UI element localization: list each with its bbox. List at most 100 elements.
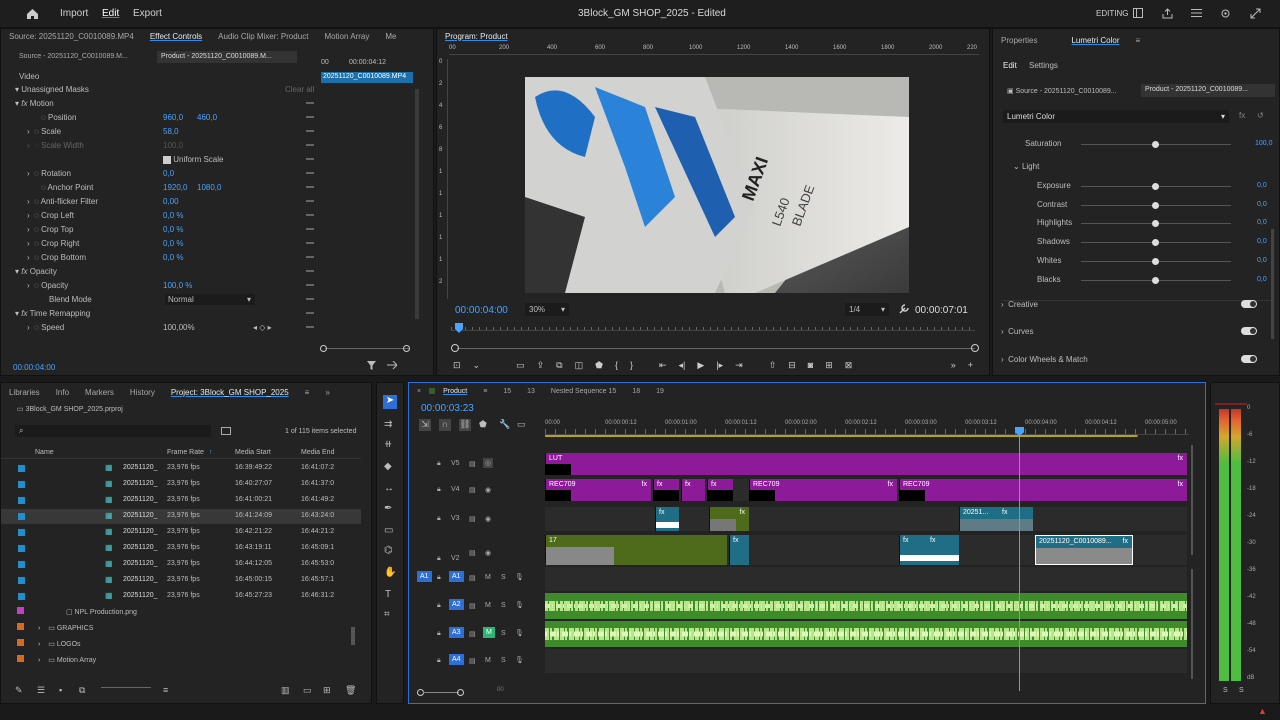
eye-icon[interactable]: ◉ <box>485 549 491 557</box>
step-back-icon[interactable]: ◂| <box>679 360 686 371</box>
tab-source[interactable]: Source: 20251120_C0010089.MP4 <box>1 32 142 41</box>
tab-libraries[interactable]: Libraries <box>1 388 48 397</box>
chevron-right-icon[interactable]: › <box>38 641 40 648</box>
lumetri-source-tab[interactable]: ▣ Source - 20251120_C0010089... <box>1007 87 1117 95</box>
slider-knob[interactable] <box>1152 239 1159 247</box>
ec-row-opacity-group[interactable]: ▾ fx Opacity <box>15 267 57 281</box>
table-row[interactable]: ▦ 20251120_ 23,976 fps 16:44:12:05 16:45:53:… <box>1 557 361 572</box>
timeline-zoom-bar[interactable]: 00 <box>417 687 1197 699</box>
creative-section[interactable]: › Creative <box>1001 300 1038 309</box>
table-row[interactable]: ▦ 20251120_ 23,976 fps 16:40:27:07 16:41:37:… <box>1 477 361 492</box>
ec-scale-value[interactable]: 58,0 <box>163 127 179 141</box>
camera-icon[interactable]: ◫ <box>575 360 584 371</box>
program-video-frame[interactable]: MAXI L540 BLADE <box>525 77 909 293</box>
light-section[interactable]: ⌄ Light <box>1013 162 1039 171</box>
slider-value[interactable]: 0,0 <box>1257 201 1267 208</box>
adjustment-clip[interactable]: fx <box>681 479 705 501</box>
lumetri-effect-select[interactable]: Lumetri Color ▾ <box>1003 110 1229 123</box>
ec-zoom-slider[interactable] <box>325 348 409 349</box>
export-tab[interactable]: Export <box>133 8 162 19</box>
creative-toggle[interactable] <box>1241 300 1257 308</box>
col-media-start[interactable]: Media Start <box>235 449 271 456</box>
table-row[interactable]: ▦ 20251120_ 23,976 fps 16:43:19:11 16:45:09:… <box>1 541 361 556</box>
lock-icon[interactable]: 🔒︎ <box>437 602 441 610</box>
track-area[interactable] <box>545 567 1187 591</box>
microphone-icon[interactable]: 🎙︎ <box>515 629 524 637</box>
program-timecode[interactable]: 00:00:04:00 <box>455 305 508 316</box>
chevron-down-icon[interactable]: ⌄ <box>473 360 481 371</box>
list-item[interactable]: › ▭ Motion Array <box>17 655 357 669</box>
ec-row-crop-bottom[interactable]: › ◌ Crop Bottom <box>27 253 86 267</box>
track-area[interactable]: 17 fx fx fx 20251120_C0010089... fx <box>545 535 1187 565</box>
slider-track[interactable] <box>1081 257 1231 265</box>
mute-button[interactable]: M <box>485 602 491 609</box>
selection-tool-icon[interactable]: ➤ <box>383 395 397 409</box>
settings-icon[interactable]: 🔧 <box>499 419 510 430</box>
ec-anchor-y[interactable]: 1080,0 <box>197 183 221 197</box>
chevron-right-icon[interactable]: › <box>38 657 40 664</box>
add-button-icon[interactable]: + <box>968 360 973 370</box>
track-area[interactable]: fx fx 20251... fx <box>545 507 1187 531</box>
mute-button[interactable]: M <box>485 657 491 664</box>
eye-icon[interactable]: ◉ <box>485 515 491 523</box>
ec-clip-bar[interactable]: 20251120_C0010089.MP4 <box>321 72 413 83</box>
ec-uniform-scale[interactable]: Uniform Scale <box>163 155 223 169</box>
solo-right-button[interactable]: S <box>1239 687 1244 694</box>
extract-icon[interactable]: ⊟ <box>788 360 796 371</box>
table-row[interactable]: ▦ 20251120_ 23,976 fps 16:45:27:23 16:46:31:… <box>1 589 361 604</box>
tab-effect-controls[interactable]: Effect Controls <box>142 32 210 41</box>
list-item[interactable]: › ▭ GRAPHICS <box>17 623 357 637</box>
video-clip[interactable]: fx fx <box>899 535 959 565</box>
slider-knob[interactable] <box>1152 201 1159 209</box>
program-playhead[interactable] <box>455 323 463 333</box>
add-marker-icon[interactable]: ⊡ <box>453 360 461 371</box>
reset-icon[interactable]: ↺ <box>1257 111 1264 120</box>
ec-crop-left-value[interactable]: 0,0 % <box>163 211 183 225</box>
ec-crop-bottom-value[interactable]: 0,0 % <box>163 253 183 267</box>
step-forward-icon[interactable]: |▸ <box>716 360 723 371</box>
find-icon[interactable]: ▭ <box>303 685 312 696</box>
solo-left-button[interactable]: S <box>1223 687 1228 694</box>
list-item[interactable]: › ▭ LOGOs <box>17 639 357 653</box>
ec-row-anchor[interactable]: ◌ Anchor Point <box>41 183 93 197</box>
snap-icon[interactable]: ∩ <box>439 419 451 431</box>
vr-icon[interactable]: ⊠ <box>845 360 853 371</box>
audio-clip[interactable] <box>545 593 1187 619</box>
tab-more[interactable]: Me <box>377 32 404 41</box>
lumetri-product-tab[interactable]: Product - 20251120_C0010089... <box>1141 84 1275 97</box>
lock-icon[interactable]: 🔒︎ <box>437 486 441 494</box>
lock-icon[interactable]: 🔒︎ <box>437 657 441 665</box>
sync-lock-icon[interactable]: ▤ <box>469 515 476 523</box>
ec-row-crop-left[interactable]: › ◌ Crop Left <box>27 211 74 225</box>
ec-product-tab[interactable]: Product - 20251120_C0010089.M... <box>157 51 297 63</box>
chevron-right-icon[interactable]: › <box>38 625 40 632</box>
tab-lumetri-color[interactable]: Lumetri Color <box>1063 36 1127 45</box>
video-track-scrollbar[interactable] <box>1189 445 1195 555</box>
more-icon[interactable]: » <box>951 360 956 370</box>
add-marker-icon[interactable]: ⬟ <box>479 419 487 430</box>
slider-value[interactable]: 0,0 <box>1257 238 1267 245</box>
col-frame-rate[interactable]: Frame Rate <box>167 449 204 456</box>
slider-value[interactable]: 0,0 <box>1257 257 1267 264</box>
type-tool-icon[interactable]: T <box>385 589 391 600</box>
fx-icon[interactable]: fx <box>1239 111 1245 120</box>
solo-button[interactable]: S <box>501 574 506 581</box>
captions-icon[interactable]: ▭ <box>517 419 526 430</box>
warning-icon[interactable]: ▲ <box>1258 706 1267 716</box>
lock-icon[interactable]: 🔒︎ <box>437 555 441 563</box>
marker-icon[interactable]: ⬟ <box>595 360 603 371</box>
slip-tool-icon[interactable]: ↔ <box>384 483 394 494</box>
keyframe-nav-icon[interactable]: ◂ ◇ ▸ <box>253 323 272 337</box>
track-label[interactable]: A2 <box>449 599 464 610</box>
tab-seq-13[interactable]: 13 <box>519 388 543 395</box>
safe-margins-icon[interactable]: ▭ <box>516 360 525 371</box>
lumetri-settings-tab[interactable]: Settings <box>1029 61 1058 70</box>
track-label[interactable]: A1 <box>449 571 464 582</box>
panel-layout-icon[interactable] <box>1133 8 1143 18</box>
mark-in-icon[interactable]: { <box>615 360 618 370</box>
export-frame-icon[interactable] <box>387 361 397 370</box>
linked-selection-icon[interactable]: ⛓ <box>459 419 471 431</box>
curves-section[interactable]: › Curves <box>1001 327 1033 336</box>
ec-zoom-handle-left[interactable] <box>320 345 327 352</box>
mute-button[interactable]: M <box>485 574 491 581</box>
